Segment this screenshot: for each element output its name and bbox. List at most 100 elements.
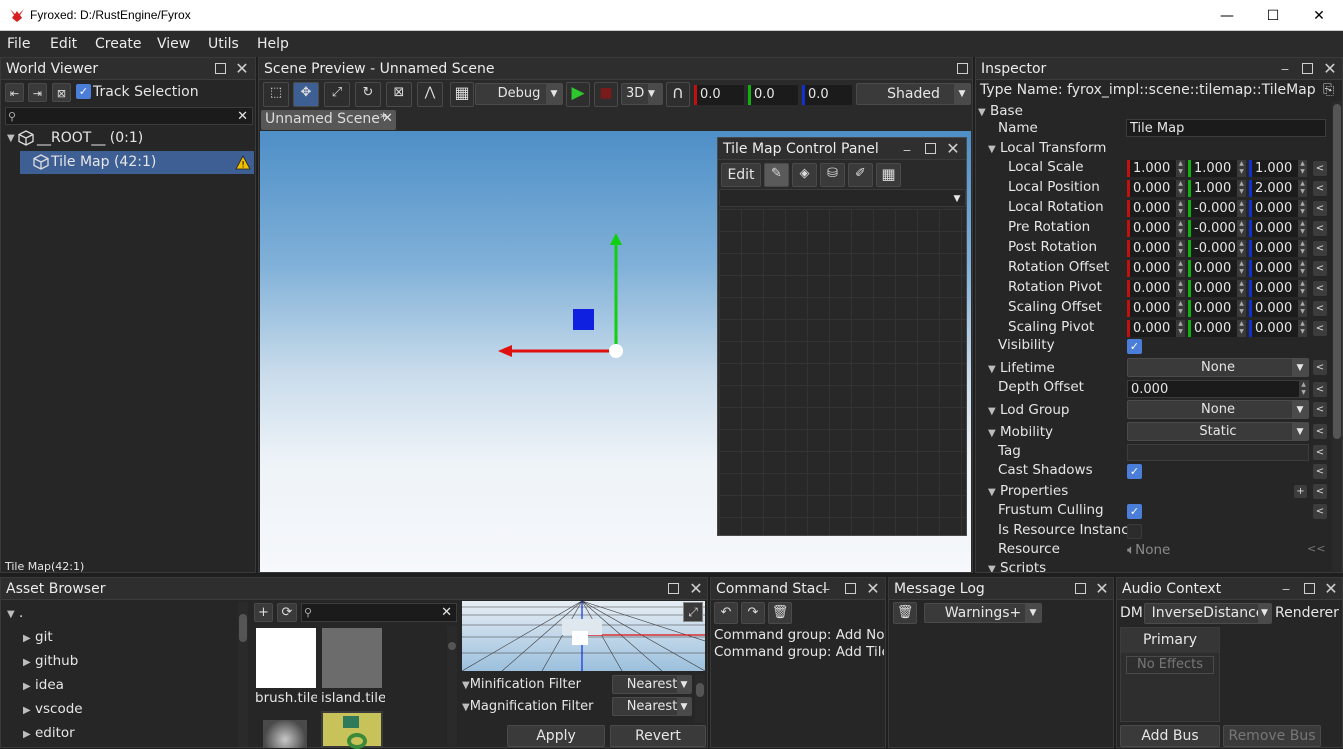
vector-z-input[interactable]: 1.000 ▲ ▼ bbox=[1249, 160, 1307, 177]
expand-arrow-icon[interactable]: ▼ bbox=[988, 364, 996, 375]
maximize-button[interactable]: ☐ bbox=[1250, 0, 1296, 31]
tab-unnamed-scene[interactable]: Unnamed Scene* ✕ bbox=[261, 110, 396, 130]
expand-arrow-icon[interactable]: ▼ bbox=[7, 133, 15, 144]
snap-y-input[interactable]: 0.0 bbox=[748, 85, 798, 105]
asset-thumbnail-tileset[interactable] bbox=[322, 628, 382, 688]
folder-item[interactable]: github bbox=[35, 653, 78, 669]
spinner-icon[interactable]: ▲ ▼ bbox=[1298, 220, 1307, 237]
spinner-icon[interactable]: ▲ ▼ bbox=[1298, 160, 1307, 177]
menu-edit[interactable]: Edit bbox=[50, 36, 77, 52]
folder-item[interactable]: git bbox=[35, 629, 53, 645]
revert-button[interactable]: < bbox=[1313, 181, 1327, 196]
expand-all-icon[interactable]: ⇥ bbox=[28, 83, 47, 102]
close-window-button[interactable]: ✕ bbox=[1296, 0, 1342, 31]
revert-button[interactable]: < bbox=[1313, 464, 1327, 479]
asset-search-input[interactable]: ⚲ ✕ bbox=[301, 603, 457, 622]
vector-y-input[interactable]: 0.000 ▲ ▼ bbox=[1188, 320, 1246, 337]
vector-y-input[interactable]: -0.000 ▲ ▼ bbox=[1188, 240, 1246, 257]
snap-magnet-icon[interactable]: ∩ bbox=[666, 82, 690, 107]
maximize-panel-button[interactable] bbox=[921, 140, 939, 158]
revert-button[interactable]: < bbox=[1313, 301, 1327, 316]
collapse-all-icon[interactable]: ⇤ bbox=[5, 83, 24, 102]
vector-y-input[interactable]: -0.000 ▲ ▼ bbox=[1188, 200, 1246, 217]
expand-arrow-icon[interactable]: ▼ bbox=[988, 564, 996, 572]
add-property-button[interactable]: + bbox=[1294, 485, 1307, 498]
snap-z-input[interactable]: 0.0 bbox=[802, 85, 852, 105]
rect-fill-tool-icon[interactable]: ▦ bbox=[876, 163, 901, 187]
command-entry[interactable]: Command group: Add Nod bbox=[714, 627, 884, 643]
scale-tool-icon[interactable]: ⤢ bbox=[324, 82, 350, 107]
fill-tool-icon[interactable]: ⛁ bbox=[820, 163, 845, 187]
spinner-icon[interactable]: ▲ ▼ bbox=[1299, 381, 1308, 397]
vector-z-input[interactable]: 0.000 ▲ ▼ bbox=[1249, 280, 1307, 297]
revert-button[interactable]: < bbox=[1313, 484, 1327, 499]
pick-tool-icon[interactable]: ✐ bbox=[848, 163, 873, 187]
close-panel-button[interactable]: ✕ bbox=[233, 60, 251, 78]
spinner-icon[interactable]: ▲ ▼ bbox=[1298, 180, 1307, 197]
spinner-icon[interactable]: ▲ ▼ bbox=[1176, 240, 1185, 257]
vector-y-input[interactable]: 0.000 ▲ ▼ bbox=[1188, 280, 1246, 297]
asset-thumbnail-tiles[interactable] bbox=[321, 711, 383, 749]
spinner-icon[interactable]: ▲ ▼ bbox=[1176, 220, 1185, 237]
tab-close-icon[interactable]: ✕ bbox=[382, 111, 393, 126]
lifetime-dropdown[interactable]: None ▼ bbox=[1127, 358, 1309, 377]
eraser-tool-icon[interactable]: ◈ bbox=[792, 163, 817, 187]
undo-icon[interactable]: ↶ bbox=[714, 602, 738, 624]
expand-arrow-icon[interactable]: ▼ bbox=[988, 406, 996, 417]
brush-selector-dropdown[interactable]: ▼ bbox=[719, 189, 966, 207]
spinner-icon[interactable]: ▲ ▼ bbox=[1237, 280, 1246, 297]
edit-button[interactable]: Edit bbox=[721, 163, 761, 187]
vector-x-input[interactable]: 0.000 ▲ ▼ bbox=[1127, 240, 1185, 257]
vector-x-input[interactable]: 0.000 ▲ ▼ bbox=[1127, 300, 1185, 317]
folder-item[interactable]: idea bbox=[35, 677, 64, 693]
spinner-icon[interactable]: ▲ ▼ bbox=[1298, 260, 1307, 277]
spinner-icon[interactable]: ▲ ▼ bbox=[1237, 160, 1246, 177]
grid-layout-icon[interactable]: ▦ bbox=[450, 82, 474, 107]
move-tool-icon[interactable]: ✥ bbox=[293, 82, 319, 107]
apply-button[interactable]: Apply bbox=[507, 725, 605, 747]
expand-arrow-icon[interactable]: ▶ bbox=[23, 681, 31, 692]
fit-view-icon[interactable]: ⤢ bbox=[683, 602, 703, 622]
name-input[interactable]: Tile Map bbox=[1126, 119, 1326, 137]
spinner-icon[interactable]: ▲ ▼ bbox=[1237, 260, 1246, 277]
tree-item-tile-map[interactable]: Tile Map (42:1) ! bbox=[20, 151, 254, 174]
frustum-culling-checkbox[interactable]: ✓ bbox=[1127, 504, 1142, 519]
vector-z-input[interactable]: 0.000 ▲ ▼ bbox=[1249, 320, 1307, 337]
asset-preview[interactable]: ⤢ bbox=[462, 601, 705, 671]
revert-button[interactable]: < bbox=[1313, 241, 1327, 256]
spinner-icon[interactable]: ▲ ▼ bbox=[1298, 200, 1307, 217]
spinner-icon[interactable]: ▲ ▼ bbox=[1176, 300, 1185, 317]
revert-button[interactable]: < bbox=[1313, 221, 1327, 236]
spinner-icon[interactable]: ▲ ▼ bbox=[1176, 180, 1185, 197]
vector-x-input[interactable]: 0.000 ▲ ▼ bbox=[1127, 180, 1185, 197]
minimize-panel-button[interactable]: _ bbox=[817, 575, 835, 593]
render-mode-dropdown[interactable]: Shaded ▼ bbox=[856, 83, 971, 105]
brush-tool-icon[interactable]: ✎ bbox=[764, 163, 789, 187]
spinner-icon[interactable]: ▲ ▼ bbox=[1237, 240, 1246, 257]
spinner-icon[interactable]: ▲ ▼ bbox=[1176, 280, 1185, 297]
asset-thumbnail-brush[interactable] bbox=[256, 628, 316, 688]
tag-input[interactable] bbox=[1127, 444, 1309, 461]
spinner-icon[interactable]: ▲ ▼ bbox=[1298, 280, 1307, 297]
vector-x-input[interactable]: 0.000 ▲ ▼ bbox=[1127, 320, 1185, 337]
inspector-scrollbar[interactable] bbox=[1332, 101, 1342, 571]
spinner-icon[interactable]: ▲ ▼ bbox=[1237, 200, 1246, 217]
expand-arrow-icon[interactable]: ▼ bbox=[978, 107, 986, 118]
spinner-icon[interactable]: ▲ ▼ bbox=[1237, 220, 1246, 237]
mobility-dropdown[interactable]: Static ▼ bbox=[1127, 422, 1309, 441]
tile-palette-grid[interactable] bbox=[719, 209, 966, 535]
close-panel-button[interactable]: ✕ bbox=[687, 580, 705, 598]
vector-x-input[interactable]: 0.000 ▲ ▼ bbox=[1127, 280, 1185, 297]
vector-z-input[interactable]: 0.000 ▲ ▼ bbox=[1249, 240, 1307, 257]
menu-create[interactable]: Create bbox=[95, 36, 142, 52]
vector-z-input[interactable]: 0.000 ▲ ▼ bbox=[1249, 220, 1307, 237]
revert-button[interactable]: < bbox=[1313, 261, 1327, 276]
clear-log-icon[interactable]: 🗑︎ bbox=[893, 602, 917, 624]
folder-scrollbar[interactable] bbox=[238, 602, 248, 747]
stop-icon[interactable]: ■ bbox=[594, 82, 618, 107]
lod-group-dropdown[interactable]: None ▼ bbox=[1127, 400, 1309, 419]
clear-search-icon[interactable]: ✕ bbox=[441, 604, 452, 621]
docs-icon[interactable]: ⎘ bbox=[1323, 82, 1334, 98]
expand-arrow-icon[interactable]: ▼ bbox=[988, 487, 996, 498]
minification-filter-dropdown[interactable]: Nearest ▼ bbox=[612, 675, 692, 694]
